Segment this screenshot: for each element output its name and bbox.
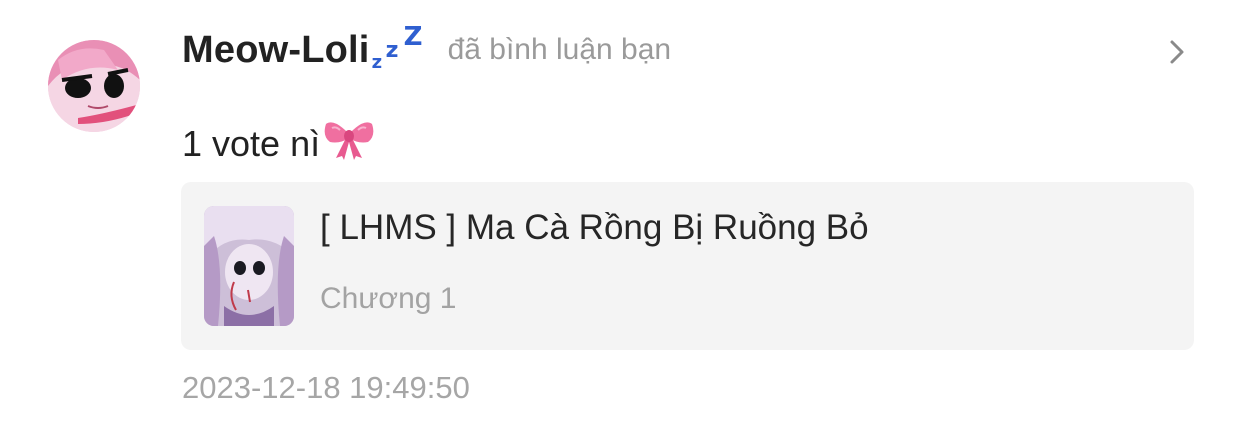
avatar[interactable] [48,40,140,132]
anime-girl-avatar-icon [48,40,140,132]
comment-text: 1 vote nì [182,122,321,164]
pink-ribbon-bow-icon [322,116,376,171]
sleeping-zzz-icon: z z Z [371,22,423,73]
comment-text-row: 1 vote nì [182,116,376,171]
chevron-right-icon[interactable] [1166,38,1190,66]
story-title: [ LHMS ] Ma Cà Rồng Bị Ruồng Bỏ [320,208,869,247]
story-cover-thumbnail [204,206,294,326]
story-card[interactable]: [ LHMS ] Ma Cà Rồng Bị Ruồng Bỏ Chương 1 [181,182,1194,350]
notification-header: Meow-Loli z z Z đã bình luận bạn [182,24,671,76]
action-text: đã bình luận bạn [447,33,672,66]
timestamp: 2023-12-18 19:49:50 [182,370,470,405]
chapter-label: Chương 1 [320,282,457,315]
username[interactable]: Meow-Loli [182,29,370,72]
